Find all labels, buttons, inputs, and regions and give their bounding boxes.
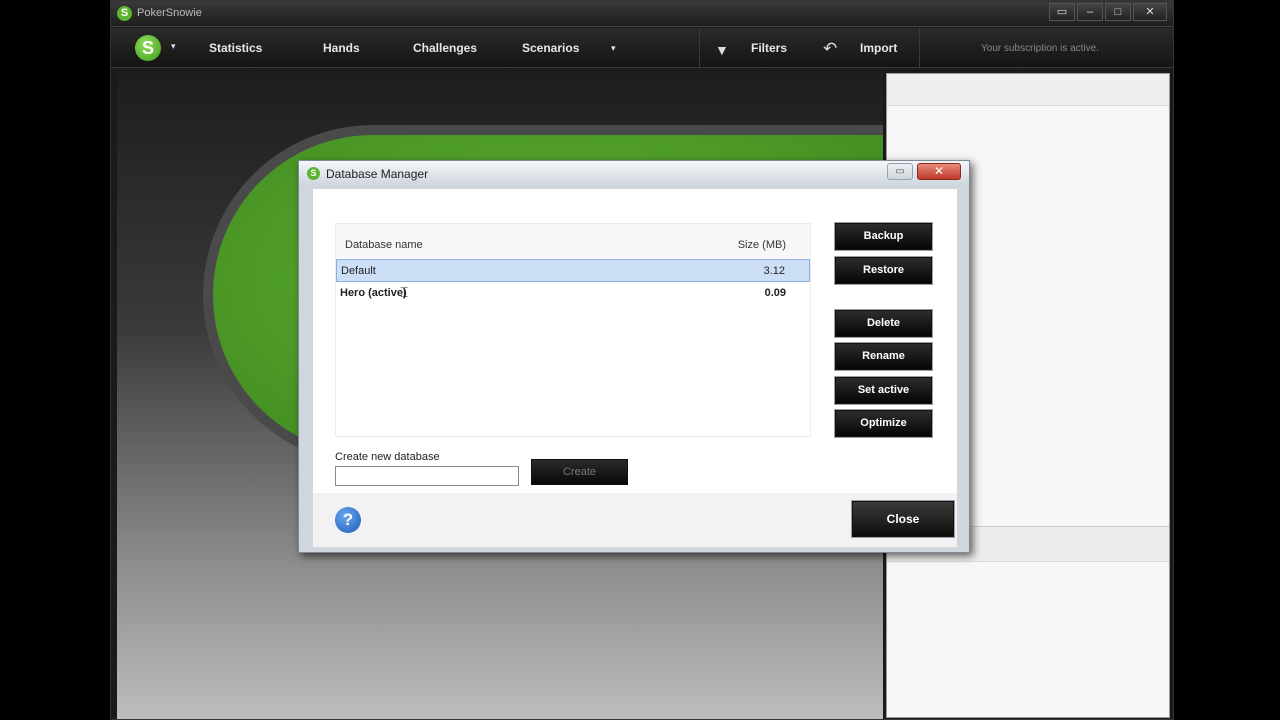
create-database-label: Create new database	[335, 451, 440, 463]
nav-statistics[interactable]: Statistics	[209, 41, 262, 55]
column-header-size[interactable]: Size (MB)	[738, 239, 786, 251]
nav-hands[interactable]: Hands	[323, 41, 360, 55]
database-manager-dialog: S Database Manager ▭ ✕ Database name Siz…	[298, 160, 970, 553]
table-row[interactable]: Hero (active) 0.09 ⌶	[336, 282, 810, 305]
dialog-close-x-button[interactable]: ✕	[917, 163, 961, 180]
maximize-window-button[interactable]: □	[1105, 3, 1131, 21]
nav-separator	[919, 28, 920, 68]
delete-button[interactable]: Delete	[835, 310, 932, 337]
window-controls: ▭ – □ ✕	[1049, 3, 1167, 21]
nav-challenges[interactable]: Challenges	[413, 41, 477, 55]
minimize-window-button[interactable]: –	[1077, 3, 1103, 21]
database-size-cell: 3.12	[763, 265, 785, 277]
optimize-button[interactable]: Optimize	[835, 410, 932, 437]
create-button[interactable]: Create	[531, 459, 628, 485]
snowie-menu-logo-icon[interactable]: S	[135, 35, 161, 61]
dialog-title: Database Manager	[326, 167, 429, 181]
text-cursor-icon: ⌶	[400, 284, 409, 300]
nav-separator	[699, 28, 700, 68]
database-table: Database name Size (MB) Default 3.12 Her…	[335, 223, 811, 437]
main-navbar: S ▾ Statistics Hands Challenges Scenario…	[111, 28, 1173, 68]
database-name-cell: Default	[341, 265, 376, 277]
nav-filters[interactable]: Filters	[751, 41, 787, 55]
scenarios-caret-icon[interactable]: ▾	[611, 43, 616, 54]
database-table-header: Database name Size (MB)	[336, 224, 810, 258]
backup-button[interactable]: Backup	[835, 223, 932, 250]
app-titlebar: S PokerSnowie ▭ – □ ✕	[111, 1, 1173, 27]
rename-button[interactable]: Rename	[835, 343, 932, 370]
close-window-button[interactable]: ✕	[1133, 3, 1167, 21]
dialog-logo-icon: S	[307, 167, 320, 180]
logo-menu-caret-icon[interactable]: ▾	[171, 41, 176, 52]
close-button[interactable]: Close	[852, 501, 954, 537]
new-database-name-input[interactable]	[335, 466, 519, 486]
right-panel-header	[887, 74, 1169, 106]
set-active-button[interactable]: Set active	[835, 377, 932, 404]
database-size-cell: 0.09	[764, 287, 786, 299]
app-logo-icon: S	[117, 6, 132, 21]
nav-import[interactable]: Import	[860, 41, 897, 55]
restore-button[interactable]: Restore	[835, 257, 932, 284]
dialog-titlebar: S Database Manager ▭ ✕	[299, 161, 969, 187]
filter-icon[interactable]: ▼	[715, 42, 729, 58]
column-header-name[interactable]: Database name	[345, 239, 423, 251]
table-row[interactable]: Default 3.12	[336, 259, 810, 282]
help-icon[interactable]: ?	[335, 507, 361, 533]
database-name-cell: Hero (active)	[340, 287, 407, 299]
nav-scenarios[interactable]: Scenarios	[522, 41, 579, 55]
dialog-restore-button[interactable]: ▭	[887, 163, 913, 180]
subscription-status: Your subscription is active.	[981, 43, 1100, 54]
import-arrow-icon[interactable]: ↶	[823, 39, 837, 59]
app-title: PokerSnowie	[137, 7, 202, 19]
restore-window-button[interactable]: ▭	[1049, 3, 1075, 21]
